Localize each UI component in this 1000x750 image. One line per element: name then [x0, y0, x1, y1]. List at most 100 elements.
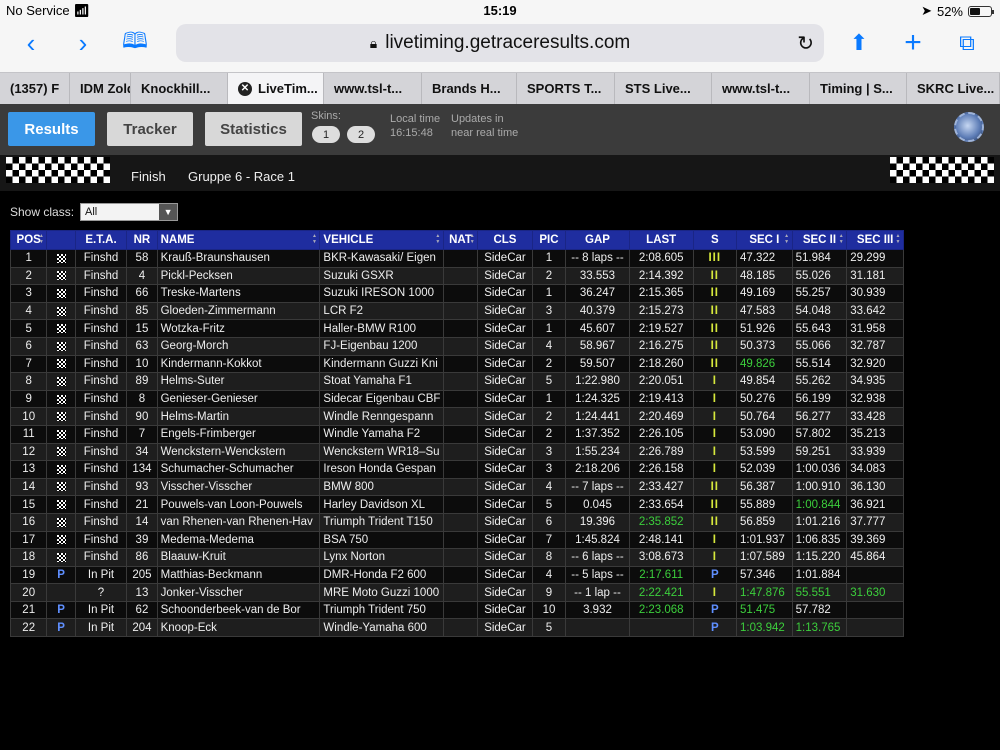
gear-icon[interactable] [954, 112, 984, 142]
flag-cell [46, 512, 76, 532]
gap-cell-value: 58.967 [579, 340, 616, 353]
chevron-right-icon[interactable]: › [66, 28, 100, 58]
results-button[interactable]: Results [8, 112, 95, 146]
column-header[interactable]: NAME ▲▼ [156, 230, 321, 250]
gap-cell [565, 618, 630, 638]
skin-1-button[interactable]: 1 [312, 126, 340, 143]
sort-icon: ▲▼ [434, 233, 441, 245]
column-header[interactable]: VEHICLE ▲▼ [319, 230, 444, 250]
table-row[interactable]: 14 Finshd 93 Visscher-Visscher BMW 800 SideCa… [9, 477, 904, 497]
browser-tab[interactable]: STS Live... [615, 73, 712, 104]
browser-tab[interactable]: IDM Zold [70, 73, 131, 104]
table-row[interactable]: 15 Finshd 21 Pouwels-van Loon-Pouwels Harley… [9, 495, 904, 514]
browser-tab[interactable]: Knockhill... [131, 73, 228, 104]
sector1-cell: 52.039 [736, 460, 793, 479]
sector3-cell-value: 32.787 [850, 340, 886, 353]
nr-cell: 86 [126, 548, 158, 567]
nat-cell [442, 354, 479, 374]
column-header[interactable]: S [692, 230, 738, 250]
sector-status-cell: II [692, 495, 738, 514]
table-row[interactable]: 16 Finshd 14 van Rhenen-van Rhenen-Hav Trium… [9, 512, 904, 532]
sector-status-cell: II [692, 301, 738, 321]
column-header[interactable]: SEC II ▲▼ [791, 230, 848, 250]
skin-2-button[interactable]: 2 [347, 126, 375, 143]
column-header[interactable]: GAP [565, 230, 630, 250]
table-row[interactable]: 9 Finshd 8 Genieser-Genieser Sidecar Eigenba… [9, 389, 904, 409]
pos-cell: 16 [9, 512, 48, 532]
table-row[interactable]: 10 Finshd 90 Helms-Martin Windle Renngespann… [9, 407, 904, 426]
column-header[interactable]: E.T.A. [74, 230, 128, 250]
browser-tab[interactable]: SKRC Live... [907, 73, 1000, 104]
column-header[interactable]: PIC [531, 230, 567, 250]
column-header[interactable]: NAT ▲▼ [442, 230, 479, 250]
table-row[interactable]: 11 Finshd 7 Engels-Frimberger Windle Yamaha … [9, 424, 904, 444]
browser-tab[interactable]: www.tsl-t... [324, 73, 422, 104]
table-row[interactable]: 18 Finshd 86 Blaauw-Kruit Lynx Norton SideCar… [9, 548, 904, 567]
gap-cell-value: 1:45.824 [575, 533, 620, 546]
browser-tab[interactable]: Brands H... [422, 73, 517, 104]
column-header[interactable]: SEC III ▲▼ [846, 230, 904, 250]
plus-icon[interactable]: + [896, 26, 930, 59]
sector1-cell-value: 51.926 [740, 322, 776, 335]
share-icon[interactable]: ⬆︎ [842, 28, 876, 58]
column-header[interactable]: SEC I ▲▼ [736, 230, 793, 250]
statistics-button[interactable]: Statistics [205, 112, 302, 146]
reload-icon[interactable]: ↻ [797, 31, 814, 56]
table-row[interactable]: 7 Finshd 10 Kindermann-Kokkot Kindermann Guz… [9, 354, 904, 374]
nr-cell-value: 34 [135, 445, 149, 458]
browser-tab[interactable]: www.tsl-t... [712, 73, 810, 104]
table-row[interactable]: 5 Finshd 15 Wotzka-Fritz Haller-BMW R100 Side… [9, 319, 904, 338]
class-cell-value: SideCar [484, 252, 526, 265]
tracker-button[interactable]: Tracker [107, 112, 193, 146]
browser-tab[interactable]: (1357) F [0, 73, 70, 104]
pic-cell: 1 [531, 389, 567, 409]
column-header-label: POS [16, 234, 41, 246]
table-row[interactable]: 2 Finshd 4 Pickl-Pecksen Suzuki GSXR SideCar 2… [9, 266, 904, 286]
table-row[interactable]: 1 Finshd 58 Krauß-Braunshausen BKR-Kawasaki/… [9, 249, 904, 268]
last-lap-cell-value: 2:35.852 [638, 516, 684, 529]
column-header[interactable] [46, 230, 76, 250]
sector2-cell: 1:00.036 [791, 460, 848, 479]
sector3-cell: 33.939 [846, 442, 904, 462]
checkered-flag-icon [56, 394, 66, 404]
table-row[interactable]: 4 Finshd 85 Gloeden-Zimmermann LCR F2 SideCar… [9, 301, 904, 321]
browser-tab[interactable]: ✕ LiveTim... [228, 73, 324, 104]
table-row[interactable]: 12 Finshd 34 Wenckstern-Wenckstern Wenckster… [9, 442, 904, 462]
table-row[interactable]: 19 P In Pit 205 Matthias-Beckmann DMR-Honda F… [9, 565, 904, 585]
table-row[interactable]: 22 P In Pit 204 Knoop-Eck Windle-Yamaha 600 Si… [9, 618, 904, 638]
pic-cell: 4 [531, 477, 567, 497]
checkered-flag-icon [56, 253, 66, 263]
gap-cell-value: -- 7 laps -- [571, 481, 624, 494]
column-header[interactable]: NR [126, 230, 158, 250]
sector2-cell-value: 57.802 [795, 428, 831, 441]
checkered-flag-icon [56, 341, 66, 351]
browser-tab[interactable]: Timing | S... [810, 73, 907, 104]
class-cell-value: SideCar [484, 428, 526, 441]
table-row[interactable]: 20? 13 Jonker-Visscher MRE Moto Guzzi 1000 S… [9, 583, 904, 602]
column-header[interactable]: CLS [477, 230, 533, 250]
table-row[interactable]: 21 P In Pit 62 Schoonderbeek-van de Bor Trium… [9, 600, 904, 620]
table-row[interactable]: 6 Finshd 63 Georg-Morch FJ-Eigenbau 1200 Side… [9, 336, 904, 356]
chevron-left-icon[interactable]: ‹ [14, 28, 48, 58]
sector-status-cell: III [692, 249, 738, 268]
address-bar[interactable]: 🔒︎ livetiming.getraceresults.com ↻ [176, 24, 824, 62]
column-header[interactable]: POS ▲▼ [9, 230, 48, 250]
update-note-line1: Updates in [451, 113, 504, 125]
last-lap-cell: 2:48.141 [628, 530, 694, 550]
browser-tab[interactable]: SPORTS T... [517, 73, 615, 104]
sector3-cell: 39.369 [846, 530, 904, 550]
nat-cell [442, 495, 479, 514]
table-row[interactable]: 17 Finshd 39 Medema-Medema BSA 750 SideCar 7 1:… [9, 530, 904, 550]
book-icon[interactable]: 🕮︎ [118, 28, 152, 58]
class-select[interactable]: All ▼ [80, 203, 179, 221]
table-row[interactable]: 13 Finshd 134 Schumacher-Schumacher Ireson H… [9, 460, 904, 479]
last-lap-cell-value: 2:19.413 [638, 393, 684, 406]
vehicle-cell-value: BKR-Kawasaki/ Eigen [323, 252, 436, 265]
sector3-cell: 36.130 [846, 477, 904, 497]
table-row[interactable]: 8 Finshd 89 Helms-Suter Stoat Yamaha F1 SideC… [9, 372, 904, 391]
table-row[interactable]: 3 Finshd 66 Treske-Martens Suzuki IRESON 100… [9, 284, 904, 303]
tabs-icon[interactable]: ⧉ [950, 28, 984, 58]
column-header[interactable]: LAST [628, 230, 694, 250]
close-tab-icon[interactable]: ✕ [238, 81, 252, 96]
browser-tab-label: STS Live... [625, 81, 691, 96]
